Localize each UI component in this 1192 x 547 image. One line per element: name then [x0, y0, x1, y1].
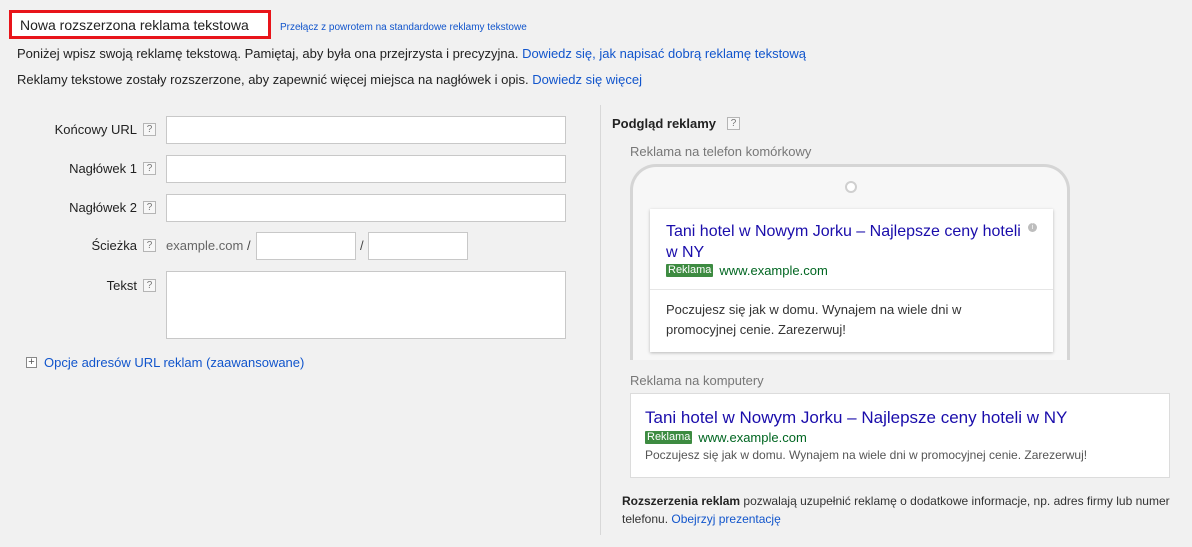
headline2-label: Nagłówek 2: [69, 200, 137, 215]
preview-title: Podgląd reklamy: [612, 116, 717, 131]
text-label: Tekst: [106, 278, 137, 293]
learn-more-link[interactable]: Dowiedz się więcej: [532, 72, 642, 87]
final-url-input[interactable]: [166, 116, 566, 144]
ad-badge: Reklama: [645, 431, 693, 444]
path2-input[interactable]: [368, 232, 468, 260]
desktop-ad-description: Poczujesz się jak w domu. Wynajem na wie…: [645, 448, 1088, 462]
extensions-bold: Rozszerzenia reklam: [622, 494, 741, 508]
path-label: Ścieżka: [91, 238, 137, 253]
advanced-url-options-link[interactable]: Opcje adresów URL reklam (zaawansowane): [44, 355, 304, 370]
column-divider: [600, 105, 601, 535]
ad-badge: Reklama: [666, 264, 714, 277]
path-separator-1: /: [247, 238, 251, 253]
desktop-ad-url-row: Reklama www.example.com: [645, 430, 807, 445]
phone-frame: Tani hotel w Nowym Jorku – Najlepsze cen…: [630, 164, 1070, 360]
info-icon[interactable]: i: [1028, 223, 1037, 232]
intro-line-1: Poniżej wpisz swoją reklamę tekstową. Pa…: [17, 46, 806, 61]
page-title-text: Nowa rozszerzona reklama tekstowa: [20, 16, 249, 33]
mobile-ad-divider: [650, 289, 1053, 290]
headline2-help-icon[interactable]: ?: [143, 201, 156, 214]
mobile-preview-label: Reklama na telefon komórkowy: [630, 144, 812, 159]
intro-line-1-text: Poniżej wpisz swoją reklamę tekstową. Pa…: [17, 46, 519, 61]
mobile-ad-url: www.example.com: [719, 263, 828, 278]
desktop-preview-label: Reklama na komputery: [630, 373, 764, 388]
preview-help-icon[interactable]: ?: [727, 117, 740, 130]
advanced-url-options[interactable]: + Opcje adresów URL reklam (zaawansowane…: [26, 355, 304, 370]
final-url-label: Końcowy URL: [54, 122, 137, 137]
expand-plus-icon[interactable]: +: [26, 357, 37, 368]
mobile-ad-description: Poczujesz się jak w domu. Wynajem na wie…: [666, 302, 962, 337]
path-domain: example.com: [166, 238, 244, 253]
mobile-ad-card: Tani hotel w Nowym Jorku – Najlepsze cen…: [650, 209, 1053, 352]
mobile-ad-headline[interactable]: Tani hotel w Nowym Jorku – Najlepsze cen…: [666, 221, 1028, 263]
desktop-ad-url: www.example.com: [698, 430, 807, 445]
text-textarea[interactable]: [166, 271, 566, 339]
desktop-ad-headline[interactable]: Tani hotel w Nowym Jorku – Najlepsze cen…: [645, 408, 1067, 428]
mobile-ad-url-row: Reklama www.example.com: [666, 263, 828, 278]
headline1-help-icon[interactable]: ?: [143, 162, 156, 175]
desktop-ad-card: Tani hotel w Nowym Jorku – Najlepsze cen…: [630, 393, 1170, 478]
final-url-help-icon[interactable]: ?: [143, 123, 156, 136]
learn-write-ad-link[interactable]: Dowiedz się, jak napisać dobrą reklamę t…: [522, 46, 806, 61]
headline1-input[interactable]: [166, 155, 566, 183]
watch-presentation-link[interactable]: Obejrzyj prezentację: [671, 512, 780, 526]
extensions-info: Rozszerzenia reklam pozwalają uzupełnić …: [622, 492, 1170, 528]
path-separator-2: /: [360, 238, 364, 253]
headline1-label: Nagłówek 1: [69, 161, 137, 176]
phone-camera-icon: [845, 181, 857, 193]
intro-line-2-text: Reklamy tekstowe zostały rozszerzone, ab…: [17, 72, 529, 87]
headline2-input[interactable]: [166, 194, 566, 222]
intro-line-2: Reklamy tekstowe zostały rozszerzone, ab…: [17, 72, 642, 87]
page-title: Nowa rozszerzona reklama tekstowa: [9, 10, 271, 39]
switch-to-standard-ads-link[interactable]: Przełącz z powrotem na standardowe rekla…: [280, 22, 527, 33]
text-help-icon[interactable]: ?: [143, 279, 156, 292]
path1-input[interactable]: [256, 232, 356, 260]
path-help-icon[interactable]: ?: [143, 239, 156, 252]
